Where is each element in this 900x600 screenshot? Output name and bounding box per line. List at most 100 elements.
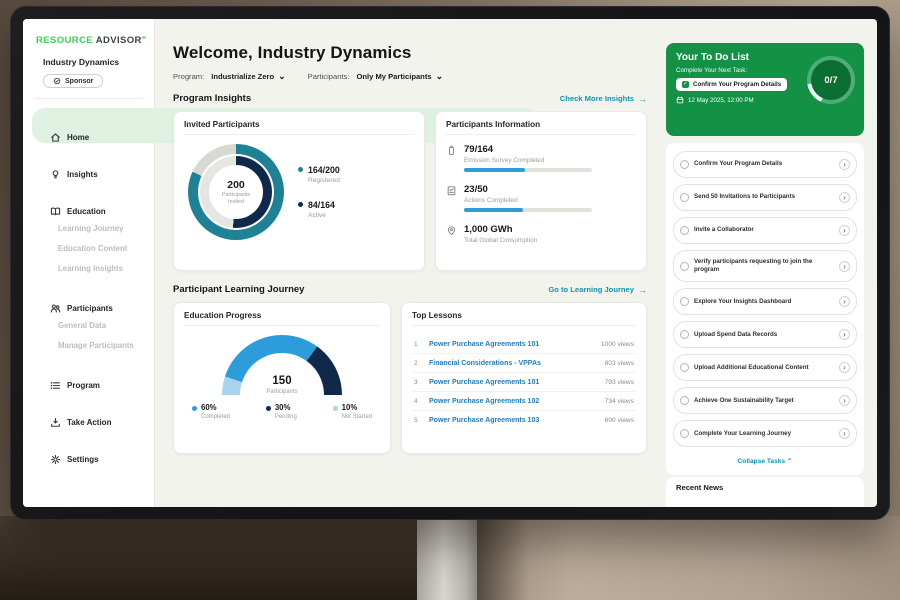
desk-shadow bbox=[0, 516, 432, 600]
collapse-tasks-link[interactable]: Collapse Tasks ⌃ bbox=[673, 453, 857, 471]
stat-label: Total Global Consumption bbox=[464, 237, 537, 244]
chevron-right-icon[interactable]: › bbox=[839, 192, 850, 203]
lesson-link[interactable]: Financial Considerations - VPPAs bbox=[429, 360, 598, 367]
section-title: Program Insights bbox=[173, 93, 251, 104]
task-item[interactable]: Upload Additional Educational Content › bbox=[673, 354, 857, 381]
todo-progress-ring: 0/7 bbox=[807, 56, 855, 104]
task-label: Confirm Your Program Details bbox=[694, 160, 834, 168]
sidebar-item-general-data[interactable]: General Data bbox=[32, 316, 145, 334]
sidebar-nav: Home Insights Education Learning Journey bbox=[32, 108, 145, 465]
gear-icon bbox=[50, 454, 61, 465]
legend-dot-icon bbox=[266, 406, 271, 411]
checkbox-icon[interactable] bbox=[680, 193, 689, 202]
program-filter-dropdown[interactable]: Industrialize Zero ⌄ bbox=[211, 72, 285, 81]
sidebar-item-education-content[interactable]: Education Content bbox=[32, 239, 145, 257]
checkbox-icon[interactable] bbox=[680, 330, 689, 339]
recent-news-header: Recent News bbox=[666, 477, 864, 507]
link-label: Check More Insights bbox=[560, 94, 634, 103]
checkbox-icon[interactable] bbox=[680, 363, 689, 372]
program-filter-value: Industrialize Zero bbox=[211, 72, 274, 81]
checkbox-icon[interactable] bbox=[680, 160, 689, 169]
go-to-learning-journey-link[interactable]: Go to Learning Journey → bbox=[548, 285, 647, 295]
participants-filter-value: Only My Participants bbox=[356, 72, 431, 81]
checkbox-icon[interactable] bbox=[680, 396, 689, 405]
todo-list-card: Confirm Your Program Details › Send 50 I… bbox=[666, 143, 864, 475]
legend-item-completed: 60% Completed bbox=[192, 403, 230, 420]
card-title: Participants Information bbox=[446, 120, 636, 135]
legend-dot-icon bbox=[298, 202, 303, 207]
lesson-link[interactable]: Power Purchase Agreements 101 bbox=[429, 379, 598, 386]
next-task-pill[interactable]: ✓ Confirm Your Program Details bbox=[676, 78, 787, 91]
participants-information-card: Participants Information 79/164 Emission… bbox=[435, 111, 647, 271]
sidebar-item-label: Manage Participants bbox=[58, 341, 134, 350]
chevron-right-icon[interactable]: › bbox=[839, 428, 850, 439]
chevron-right-icon[interactable]: › bbox=[839, 395, 850, 406]
task-item[interactable]: Verify participants requesting to join t… bbox=[673, 250, 857, 282]
lesson-row: 2 Financial Considerations - VPPAs 803 v… bbox=[412, 354, 636, 373]
legend-label: Registered bbox=[308, 177, 340, 184]
lightbulb-icon bbox=[50, 169, 61, 180]
chevron-right-icon[interactable]: › bbox=[839, 261, 850, 272]
task-item[interactable]: Confirm Your Program Details › bbox=[673, 151, 857, 178]
participants-filter-dropdown[interactable]: Only My Participants ⌄ bbox=[356, 72, 443, 81]
sidebar-item-label: Learning Insights bbox=[58, 264, 123, 273]
top-lessons-card: Top Lessons 1 Power Purchase Agreements … bbox=[401, 302, 647, 454]
stat-value: 1,000 GWh bbox=[464, 224, 537, 235]
stat-label: Emission Survey Completed bbox=[464, 157, 592, 164]
sidebar-item-label: Education bbox=[67, 207, 106, 216]
chevron-right-icon[interactable]: › bbox=[839, 362, 850, 373]
task-item[interactable]: Upload Spend Data Records › bbox=[673, 321, 857, 348]
task-label: Upload Additional Educational Content bbox=[694, 364, 834, 372]
legend-dot-icon bbox=[333, 406, 338, 411]
chevron-right-icon[interactable]: › bbox=[839, 159, 850, 170]
logo-advisor: ADVISOR bbox=[96, 35, 142, 46]
chevron-right-icon[interactable]: › bbox=[839, 225, 850, 236]
donut-legend: 164/200 Registered 84/164 Active bbox=[298, 165, 340, 219]
stat-label: Actions Completed bbox=[464, 197, 592, 204]
checkbox-icon[interactable] bbox=[680, 262, 689, 271]
task-label: Invite a Collaborator bbox=[694, 226, 834, 234]
sidebar-item-label: Home bbox=[67, 133, 89, 142]
lesson-link[interactable]: Power Purchase Agreements 101 bbox=[429, 341, 594, 348]
task-item[interactable]: Complete Your Learning Journey › bbox=[673, 420, 857, 447]
sponsor-badge: Sponsor bbox=[43, 74, 103, 88]
chevron-right-icon[interactable]: › bbox=[839, 329, 850, 340]
task-item[interactable]: Send 50 Invitations to Participants › bbox=[673, 184, 857, 211]
lesson-rank: 5 bbox=[414, 417, 422, 424]
lesson-link[interactable]: Power Purchase Agreements 102 bbox=[429, 398, 598, 405]
sidebar-item-manage-participants[interactable]: Manage Participants bbox=[32, 336, 145, 354]
lesson-link[interactable]: Power Purchase Agreements 103 bbox=[429, 417, 598, 424]
stat-value: 79/164 bbox=[464, 144, 592, 155]
program-insights-header: Program Insights Check More Insights → bbox=[173, 93, 647, 104]
people-icon bbox=[50, 303, 61, 314]
checkbox-icon[interactable] bbox=[680, 429, 689, 438]
program-filter-label: Program: bbox=[173, 72, 204, 81]
check-more-insights-link[interactable]: Check More Insights → bbox=[560, 94, 647, 104]
legend-value: 164/200 bbox=[308, 165, 340, 175]
checkbox-icon[interactable] bbox=[680, 226, 689, 235]
main-content: Welcome, Industry Dynamics Program: Indu… bbox=[155, 19, 663, 507]
list-icon bbox=[50, 380, 61, 391]
stat-emission-survey: 79/164 Emission Survey Completed bbox=[446, 144, 636, 172]
sidebar-item-label: Insights bbox=[67, 170, 98, 179]
task-item[interactable]: Invite a Collaborator › bbox=[673, 217, 857, 244]
task-item[interactable]: Explore Your Insights Dashboard › bbox=[673, 288, 857, 315]
sidebar-item-learning-insights[interactable]: Learning Insights bbox=[32, 259, 145, 277]
checkbox-icon[interactable] bbox=[680, 297, 689, 306]
chevron-right-icon[interactable]: › bbox=[839, 296, 850, 307]
legend-item-registered: 164/200 Registered bbox=[298, 165, 340, 184]
sidebar-item-learning-journey[interactable]: Learning Journey bbox=[32, 219, 145, 237]
page-title: Welcome, Industry Dynamics bbox=[173, 43, 647, 63]
legend-value: 10% bbox=[342, 403, 358, 412]
calendar-icon bbox=[676, 96, 684, 104]
arrow-right-icon: → bbox=[638, 285, 647, 295]
task-item[interactable]: Achieve One Sustainability Target › bbox=[673, 387, 857, 414]
todo-progress-value: 0/7 bbox=[811, 60, 851, 100]
sidebar-item-label: Learning Journey bbox=[58, 224, 123, 233]
legend-label: Active bbox=[308, 212, 335, 219]
legend-item-not-started: 10% Not Started bbox=[333, 403, 372, 420]
org-name: Industry Dynamics bbox=[32, 57, 145, 67]
checklist-icon bbox=[446, 185, 457, 196]
map-pin-icon bbox=[446, 225, 457, 236]
lesson-rank: 4 bbox=[414, 398, 422, 405]
